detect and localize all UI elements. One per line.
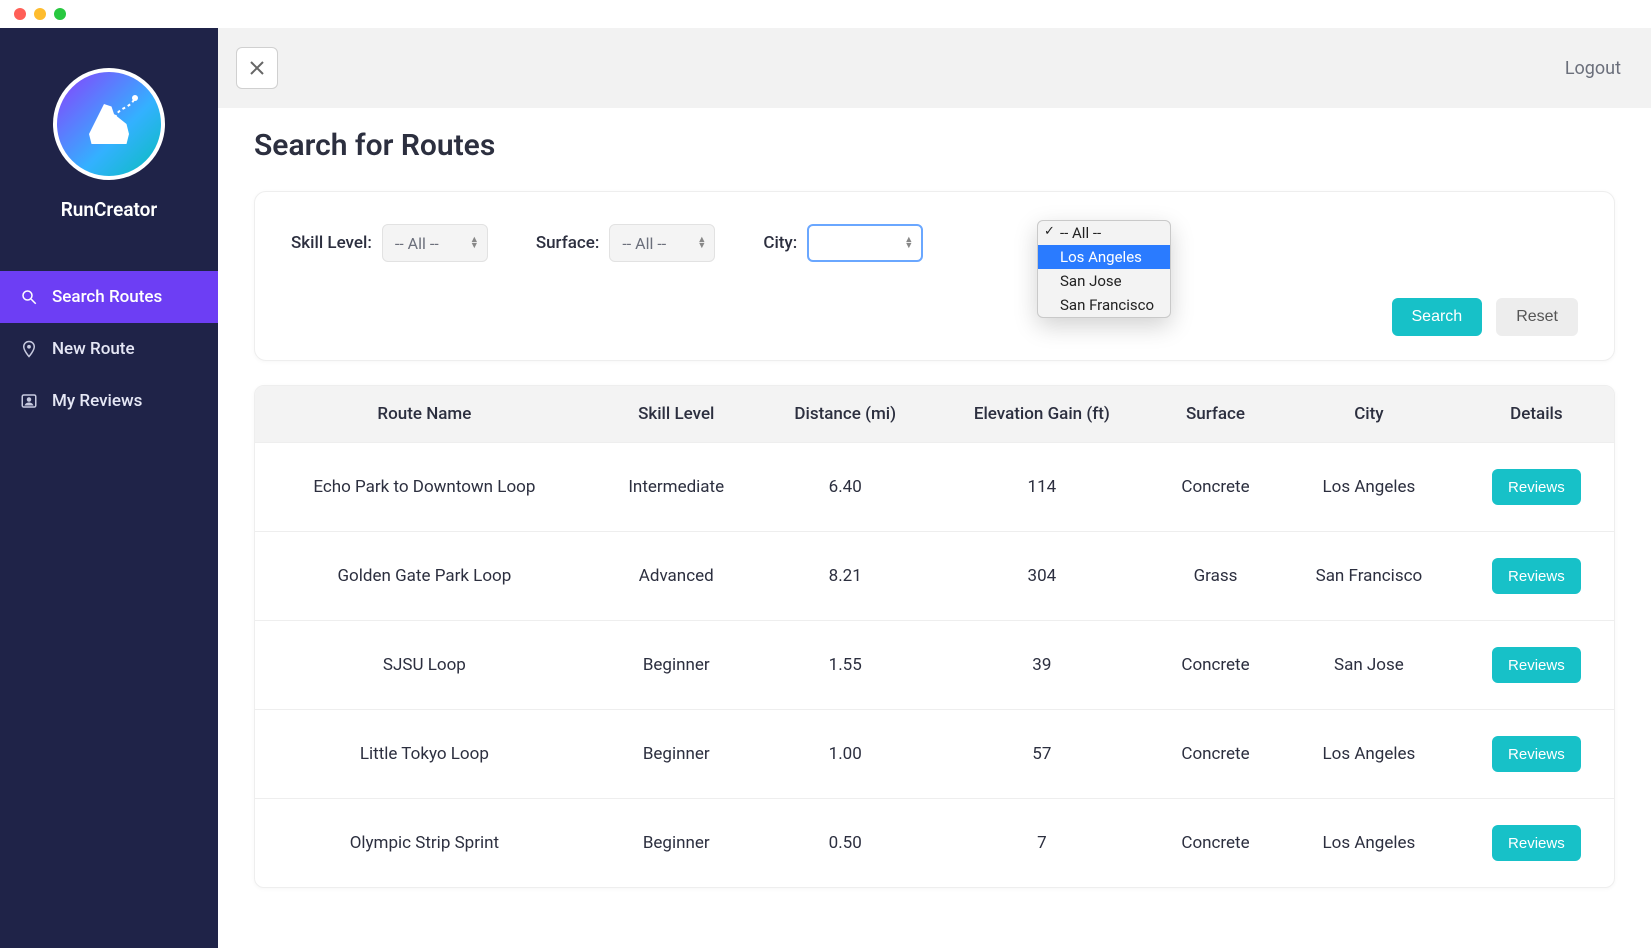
- cell-name: Echo Park to Downtown Loop: [255, 443, 594, 532]
- cell-name: Golden Gate Park Loop: [255, 532, 594, 621]
- cell-skill: Intermediate: [594, 443, 759, 532]
- column-header: Skill Level: [594, 386, 759, 443]
- user-card-icon: [20, 392, 38, 410]
- cell-name: Olympic Strip Sprint: [255, 799, 594, 888]
- column-header: Route Name: [255, 386, 594, 443]
- search-icon: [20, 288, 38, 306]
- chevron-updown-icon: ▲▼: [697, 237, 706, 249]
- chevron-updown-icon: ▲▼: [470, 237, 479, 249]
- cell-elevation: 57: [932, 710, 1152, 799]
- cell-surface: Concrete: [1152, 710, 1279, 799]
- table-row: Olympic Strip SprintBeginner0.507Concret…: [255, 799, 1614, 888]
- cell-surface: Concrete: [1152, 799, 1279, 888]
- sidebar-item-search-routes[interactable]: Search Routes: [0, 271, 218, 323]
- table-row: Echo Park to Downtown LoopIntermediate6.…: [255, 443, 1614, 532]
- column-header: Details: [1459, 386, 1614, 443]
- sidebar-item-label: New Route: [52, 339, 135, 359]
- app-logo: [53, 68, 165, 180]
- cell-city: Los Angeles: [1279, 710, 1459, 799]
- cell-distance: 6.40: [759, 443, 932, 532]
- column-header: Surface: [1152, 386, 1279, 443]
- column-header: Elevation Gain (ft): [932, 386, 1152, 443]
- page-title: Search for Routes: [254, 128, 1615, 163]
- reviews-button[interactable]: Reviews: [1492, 469, 1581, 505]
- cell-distance: 8.21: [759, 532, 932, 621]
- cell-elevation: 304: [932, 532, 1152, 621]
- reviews-button[interactable]: Reviews: [1492, 647, 1581, 683]
- search-button[interactable]: Search: [1392, 298, 1483, 336]
- city-option[interactable]: San Jose: [1038, 269, 1170, 293]
- skill-level-select[interactable]: -- All -- ▲▼: [382, 224, 488, 262]
- close-icon: [248, 59, 266, 77]
- cell-city: Los Angeles: [1279, 799, 1459, 888]
- select-value: -- All --: [622, 234, 666, 253]
- sidebar-item-new-route[interactable]: New Route: [0, 323, 218, 375]
- sidebar-item-label: Search Routes: [52, 287, 162, 307]
- location-pin-icon: [20, 340, 38, 358]
- column-header: Distance (mi): [759, 386, 932, 443]
- reviews-button[interactable]: Reviews: [1492, 558, 1581, 594]
- cell-name: Little Tokyo Loop: [255, 710, 594, 799]
- cell-details: Reviews: [1459, 799, 1614, 888]
- chevron-updown-icon: ▲▼: [904, 237, 913, 249]
- city-option[interactable]: Los Angeles: [1038, 245, 1170, 269]
- table-row: Golden Gate Park LoopAdvanced8.21304Gras…: [255, 532, 1614, 621]
- cell-elevation: 7: [932, 799, 1152, 888]
- results-table: Route NameSkill LevelDistance (mi)Elevat…: [255, 386, 1614, 887]
- cell-name: SJSU Loop: [255, 621, 594, 710]
- cell-elevation: 39: [932, 621, 1152, 710]
- sidebar: RunCreator Search Routes New Route My Re…: [0, 28, 218, 948]
- city-dropdown-menu: -- All --Los AngelesSan JoseSan Francisc…: [1037, 220, 1171, 318]
- topbar: Logout: [218, 28, 1651, 108]
- column-header: City: [1279, 386, 1459, 443]
- sidebar-nav: Search Routes New Route My Reviews: [0, 271, 218, 427]
- cell-distance: 1.00: [759, 710, 932, 799]
- cell-skill: Beginner: [594, 710, 759, 799]
- cell-details: Reviews: [1459, 443, 1614, 532]
- route-icon: [111, 92, 141, 122]
- cell-distance: 0.50: [759, 799, 932, 888]
- window-minimize-button[interactable]: [34, 8, 46, 20]
- window-titlebar: [0, 0, 1651, 28]
- window-maximize-button[interactable]: [54, 8, 66, 20]
- sidebar-item-my-reviews[interactable]: My Reviews: [0, 375, 218, 427]
- cell-city: San Jose: [1279, 621, 1459, 710]
- cell-city: San Francisco: [1279, 532, 1459, 621]
- cell-surface: Concrete: [1152, 621, 1279, 710]
- results-table-card: Route NameSkill LevelDistance (mi)Elevat…: [254, 385, 1615, 888]
- brand-name: RunCreator: [61, 198, 158, 221]
- cell-elevation: 114: [932, 443, 1152, 532]
- cell-details: Reviews: [1459, 532, 1614, 621]
- cell-surface: Concrete: [1152, 443, 1279, 532]
- window-close-button[interactable]: [14, 8, 26, 20]
- reviews-button[interactable]: Reviews: [1492, 825, 1581, 861]
- cell-details: Reviews: [1459, 621, 1614, 710]
- cell-distance: 1.55: [759, 621, 932, 710]
- cell-skill: Advanced: [594, 532, 759, 621]
- sidebar-item-label: My Reviews: [52, 391, 142, 411]
- reviews-button[interactable]: Reviews: [1492, 736, 1581, 772]
- logout-link[interactable]: Logout: [1565, 58, 1621, 79]
- close-panel-button[interactable]: [236, 47, 278, 89]
- surface-select[interactable]: -- All -- ▲▼: [609, 224, 715, 262]
- city-option[interactable]: San Francisco: [1038, 293, 1170, 317]
- cell-details: Reviews: [1459, 710, 1614, 799]
- reset-button[interactable]: Reset: [1496, 298, 1578, 336]
- cell-skill: Beginner: [594, 799, 759, 888]
- cell-skill: Beginner: [594, 621, 759, 710]
- city-select[interactable]: ▲▼: [807, 224, 923, 262]
- table-row: Little Tokyo LoopBeginner1.0057ConcreteL…: [255, 710, 1614, 799]
- cell-surface: Grass: [1152, 532, 1279, 621]
- select-value: -- All --: [395, 234, 439, 253]
- city-option[interactable]: -- All --: [1038, 221, 1170, 245]
- table-row: SJSU LoopBeginner1.5539ConcreteSan Jose R…: [255, 621, 1614, 710]
- main-content: Logout Search for Routes Skill Level: --…: [218, 28, 1651, 948]
- skill-level-label: Skill Level:: [291, 233, 372, 253]
- search-filters-card: Skill Level: -- All -- ▲▼ Surface: -- Al…: [254, 191, 1615, 361]
- city-label: City:: [763, 233, 797, 253]
- cell-city: Los Angeles: [1279, 443, 1459, 532]
- surface-label: Surface:: [536, 233, 600, 253]
